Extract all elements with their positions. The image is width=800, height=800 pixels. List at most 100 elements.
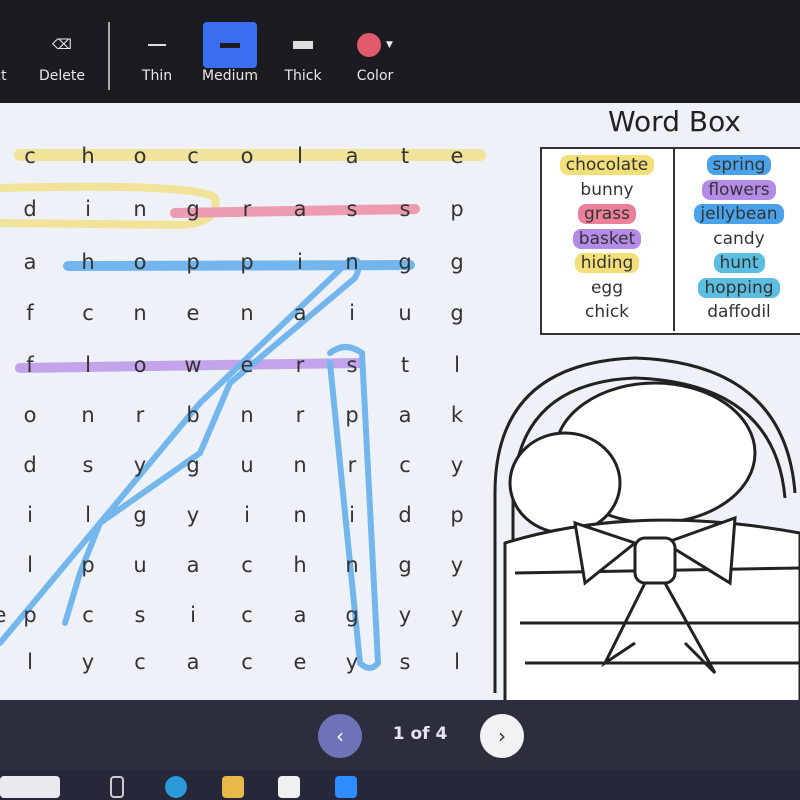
search-box[interactable] [0,776,60,798]
grid-letter: i [85,197,91,221]
grid-letter: g [398,250,412,274]
grid-letter: l [27,650,33,674]
grid-letter: f [26,301,34,325]
word-text: bunny [580,179,634,200]
grid-letter: t [400,353,410,377]
word-text: egg [590,277,624,298]
eraser-icon: ⌫ [52,37,72,53]
tool-color-button[interactable]: ▼ Color [340,22,410,97]
word-text: basket [572,228,642,249]
grid-letter: p [450,503,464,527]
grid-letter: n [345,250,359,274]
word-text: flowers [702,179,776,200]
grid-letter: c [241,650,253,674]
word-text: jellybean [694,204,784,224]
grid-letter: a [186,650,200,674]
grid-letter: e [293,650,307,674]
word-box: chocolate bunny grass basket hiding egg chick … [540,147,800,335]
grid-letter: l [454,650,460,674]
word-text: grass [578,204,636,224]
grid-letter: n [345,553,359,577]
grid-letter: o [133,250,147,274]
easter-basket-illustration [493,356,800,703]
tool-label: Color [356,68,394,84]
grid-letter: b [186,403,200,427]
grid-letter: e [450,144,464,168]
grid-letter: r [135,403,145,427]
grid-letter: n [240,301,254,325]
grid-letter: c [241,603,253,627]
grid-letter: p [23,603,37,627]
tool-label: Thick [284,68,322,84]
task-view-icon[interactable] [110,776,124,798]
grid-letter: g [133,503,147,527]
grid-letter: e [186,301,200,325]
word-list-right: spring flowers jellybean candy hunt hopping da… [673,149,800,331]
grid-letter: s [399,197,411,221]
grid-letter: c [399,453,411,477]
word-item: chocolate [542,153,672,178]
grid-letter: o [133,144,147,168]
tool-label: Medium [202,68,258,84]
grid-letter: l [85,503,91,527]
tool-medium-button[interactable]: Medium [195,22,265,97]
grid-letter: g [186,453,200,477]
grid-letter: a [186,553,200,577]
grid-letter: y [81,650,95,674]
grid-letter: l [297,144,303,168]
windows-taskbar [0,770,800,800]
tool-delete-button[interactable]: ⌫ Delete [27,22,97,97]
grid-letter: p [186,250,200,274]
word-item: chick [542,300,672,325]
grid-letter: d [398,503,412,527]
grid-letter: y [450,453,464,477]
grid-letter: n [293,453,307,477]
word-item: grass [542,202,672,227]
word-item: bunny [542,178,672,203]
zoom-app-icon[interactable] [335,776,357,798]
grid-letter: i [349,503,355,527]
grid-letter: e [240,353,254,377]
grid-letter: a [398,403,412,427]
file-explorer-icon[interactable] [222,776,244,798]
word-item: egg [542,276,672,301]
word-item: basket [542,227,672,252]
grid-letter: s [346,197,358,221]
grid-letter: f [26,353,34,377]
tool-thin-button[interactable]: Thin [122,22,192,97]
grid-letter: p [240,250,254,274]
grid-letter: i [349,301,355,325]
grid-letter: d [23,453,37,477]
grid-letter: r [295,403,305,427]
grid-letter: u [240,453,254,477]
grid-letter: g [186,197,200,221]
word-text: chocolate [559,155,655,175]
grid-letter: c [241,553,253,577]
word-text: hunt [713,253,765,273]
tool-label: Delete [39,68,85,84]
edge-icon[interactable] [165,776,187,798]
worksheet-page[interactable]: chocolatedingrasspahoppinggfcnenaiugflow… [0,103,800,703]
grid-letter: g [450,250,464,274]
word-item: flowers [675,178,800,203]
grid-letter: r [347,453,357,477]
grid-letter: g [450,301,464,325]
word-item: hopping [675,276,800,301]
grid-letter: h [81,144,95,168]
grid-letter: l [27,553,33,577]
word-text: chick [584,302,630,322]
store-icon[interactable] [278,776,300,798]
grid-letter: r [242,197,252,221]
grid-letter: n [133,301,147,325]
word-item: jellybean [675,202,800,227]
tool-thick-button[interactable]: Thick [268,22,338,97]
grid-letter: n [293,503,307,527]
grid-letter: n [133,197,147,221]
word-text: hiding [574,253,640,273]
grid-letter: w [184,353,202,377]
next-page-button[interactable]: › [480,714,524,758]
thick-line-icon [268,22,338,68]
grid-letter: h [81,250,95,274]
grid-letter: g [345,603,359,627]
previous-page-button[interactable]: ‹ [318,714,362,758]
